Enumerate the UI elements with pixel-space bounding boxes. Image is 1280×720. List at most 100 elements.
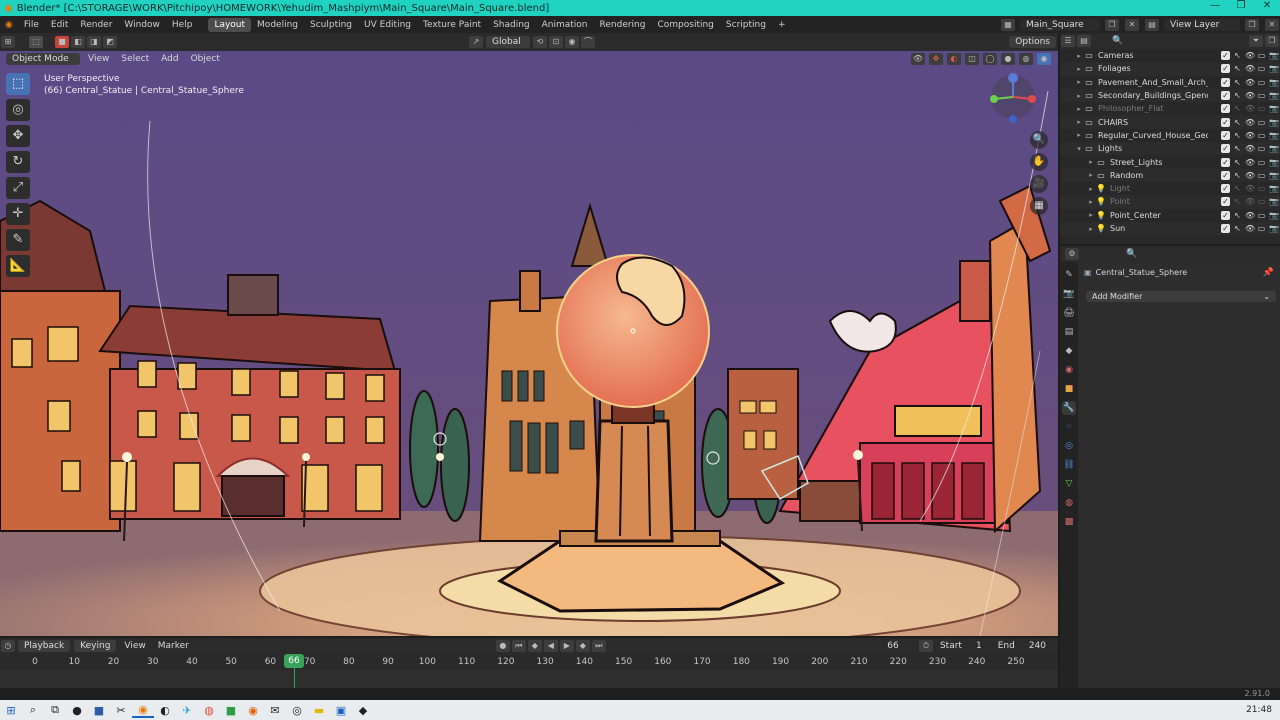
- eye-icon[interactable]: 👁: [1245, 64, 1255, 73]
- view-layer-tab-icon[interactable]: ▤: [1062, 325, 1076, 339]
- mode-extend-icon[interactable]: ◧: [71, 36, 85, 48]
- outliner-row[interactable]: ▸▭Regular_Curved_House_Geomet✓↖👁▭📷: [1060, 129, 1280, 142]
- selectable-icon[interactable]: ↖: [1233, 211, 1242, 220]
- eye-icon[interactable]: 👁: [1245, 197, 1255, 206]
- expand-right-icon[interactable]: ▸: [1074, 78, 1084, 86]
- firefox-icon[interactable]: ◉: [242, 704, 264, 717]
- render-camera-icon[interactable]: 📷: [1269, 197, 1279, 206]
- outliner-row[interactable]: ▸ ▭ Random ✓ ↖ 👁 ▭ 📷: [1060, 168, 1280, 182]
- file-explorer-icon[interactable]: ▬: [308, 704, 330, 717]
- expand-right-icon[interactable]: ▸: [1086, 185, 1096, 193]
- editor-type-icon[interactable]: ⊞: [1, 36, 15, 48]
- expand-right-icon[interactable]: ▸: [1074, 52, 1084, 60]
- move-tool[interactable]: ✥: [6, 125, 30, 147]
- eye-icon[interactable]: 👁: [1245, 211, 1255, 220]
- viewport-disable-icon[interactable]: ▭: [1257, 91, 1266, 100]
- view-layer-icon[interactable]: ▤: [1145, 18, 1159, 31]
- tab-animation[interactable]: Animation: [536, 18, 594, 32]
- selectable-icon[interactable]: ↖: [1233, 197, 1242, 206]
- close-button[interactable]: ✕: [1254, 0, 1280, 11]
- viewport-disable-icon[interactable]: ▭: [1257, 64, 1266, 73]
- expand-right-icon[interactable]: ▸: [1086, 211, 1096, 219]
- measure-tool[interactable]: 📐: [6, 255, 30, 277]
- selectable-icon[interactable]: ↖: [1233, 118, 1242, 127]
- outliner-row[interactable]: ▸ ▭ Foliages ✓ ↖ 👁 ▭ 📷: [1060, 62, 1280, 76]
- menu-file[interactable]: File: [18, 20, 45, 30]
- start-frame-field[interactable]: Start 1: [933, 640, 988, 652]
- render-camera-icon[interactable]: 📷: [1269, 78, 1279, 87]
- selectable-icon[interactable]: ↖: [1233, 224, 1242, 233]
- constraints-tab-icon[interactable]: ⛓: [1062, 458, 1076, 472]
- viewport-disable-icon[interactable]: ▭: [1257, 118, 1266, 127]
- new-scene-icon[interactable]: ❐: [1105, 18, 1119, 31]
- viewport-menu-view[interactable]: View: [82, 54, 115, 64]
- outliner-row[interactable]: ▸ 💡 Sun ✓ ↖ 👁 ▭ 📷: [1060, 221, 1280, 236]
- world-tab-icon[interactable]: ◉: [1062, 363, 1076, 377]
- material-shading-icon[interactable]: ◍: [1019, 53, 1033, 65]
- viewport-disable-icon[interactable]: ▭: [1257, 104, 1266, 113]
- minimize-button[interactable]: —: [1202, 0, 1228, 11]
- menu-render[interactable]: Render: [74, 20, 118, 30]
- timeline-menu-view[interactable]: View: [118, 641, 151, 651]
- add-modifier-dropdown[interactable]: Add Modifier ⌄: [1086, 291, 1276, 302]
- gizmo-toggle-icon[interactable]: ✥: [929, 53, 943, 65]
- outliner-row[interactable]: ▸ 💡 Point_Center ✓ ↖ 👁 ▭ 📷: [1060, 209, 1280, 222]
- scene-icon[interactable]: ▦: [1001, 18, 1015, 31]
- physics-tab-icon[interactable]: ◎: [1062, 439, 1076, 453]
- outliner-row[interactable]: ▸ 💡 Light ✓ ↖ 👁 ▭ 📷: [1060, 182, 1280, 195]
- menu-edit[interactable]: Edit: [45, 20, 74, 30]
- viewport-disable-icon[interactable]: ▭: [1257, 78, 1266, 87]
- object-mode-dropdown[interactable]: Object Mode: [6, 53, 80, 65]
- annotate-tool[interactable]: ✎: [6, 229, 30, 251]
- 3d-viewport[interactable]: Object Mode View Select Add Object 👁 ✥ ◐…: [0, 51, 1058, 636]
- windows-start-icon[interactable]: ⊞: [0, 704, 22, 717]
- viewport-menu-select[interactable]: Select: [115, 54, 155, 64]
- davinci-icon[interactable]: ◐: [154, 704, 176, 717]
- options-dropdown[interactable]: Options: [1009, 36, 1056, 48]
- viewport-disable-icon[interactable]: ▭: [1257, 197, 1266, 206]
- blender-taskbar-icon[interactable]: ◉: [132, 703, 154, 718]
- select-tool-icon[interactable]: ⬚: [29, 36, 43, 48]
- eye-icon[interactable]: 👁: [1245, 144, 1255, 153]
- selectable-icon[interactable]: ↖: [1233, 51, 1242, 60]
- photos-icon[interactable]: ▣: [330, 704, 352, 717]
- proportional-edit-icon[interactable]: ◉: [565, 36, 579, 48]
- viewport-disable-icon[interactable]: ▭: [1257, 184, 1266, 193]
- search-icon[interactable]: ⌕: [22, 703, 44, 717]
- texture-tab-icon[interactable]: ▩: [1062, 515, 1076, 529]
- viewport-disable-icon[interactable]: ▭: [1257, 211, 1266, 220]
- exclude-checkbox[interactable]: ✓: [1221, 117, 1230, 127]
- outliner-search-input[interactable]: 🔍: [1106, 35, 1176, 47]
- rendered-shading-icon[interactable]: ◉: [1037, 53, 1051, 65]
- tab-uv-editing[interactable]: UV Editing: [358, 18, 417, 32]
- prev-keyframe-icon[interactable]: ◆: [527, 640, 542, 652]
- menu-help[interactable]: Help: [166, 20, 199, 30]
- render-tab-icon[interactable]: 📷: [1062, 287, 1076, 301]
- viewport-disable-icon[interactable]: ▭: [1257, 171, 1266, 180]
- tab-texture-paint[interactable]: Texture Paint: [417, 18, 487, 32]
- exclude-checkbox[interactable]: ✓: [1221, 224, 1230, 233]
- eye-icon[interactable]: 👁: [1245, 51, 1255, 60]
- selectable-icon[interactable]: ↖: [1233, 78, 1242, 87]
- expand-right-icon[interactable]: ▸: [1086, 225, 1096, 233]
- outliner-row[interactable]: ▸ ▭ Street_Lights ✓ ↖ 👁 ▭ 📷: [1060, 155, 1280, 168]
- render-camera-icon[interactable]: 📷: [1269, 104, 1279, 113]
- selectable-icon[interactable]: ↖: [1233, 64, 1242, 73]
- render-camera-icon[interactable]: 📷: [1269, 171, 1279, 180]
- selectable-icon[interactable]: ↖: [1233, 131, 1242, 140]
- exclude-checkbox[interactable]: ✓: [1221, 184, 1230, 194]
- app-icon-1[interactable]: ●: [66, 704, 88, 717]
- outliner-row[interactable]: ▸ ▭ Secondary_Buildings_Gpencil ✓ ↖ 👁 ▭ 📷: [1060, 88, 1280, 103]
- play-reverse-icon[interactable]: ◀: [543, 640, 558, 652]
- eye-icon[interactable]: 👁: [1245, 104, 1255, 113]
- exclude-checkbox[interactable]: ✓: [1221, 77, 1230, 87]
- app-icon-11[interactable]: ✉: [264, 704, 286, 717]
- eye-icon[interactable]: 👁: [1245, 78, 1255, 87]
- app-icon-3[interactable]: ✂: [110, 704, 132, 717]
- selectable-icon[interactable]: ↖: [1233, 158, 1242, 167]
- outliner-row[interactable]: ▸ ▭ CHAIRS ✓ ↖ 👁 ▭ 📷: [1060, 115, 1280, 129]
- solid-shading-icon[interactable]: ●: [1001, 53, 1015, 65]
- expand-right-icon[interactable]: ▸: [1086, 158, 1096, 166]
- mode-intersect-icon[interactable]: ◩: [103, 36, 117, 48]
- snap-icon[interactable]: ⊡: [549, 36, 563, 48]
